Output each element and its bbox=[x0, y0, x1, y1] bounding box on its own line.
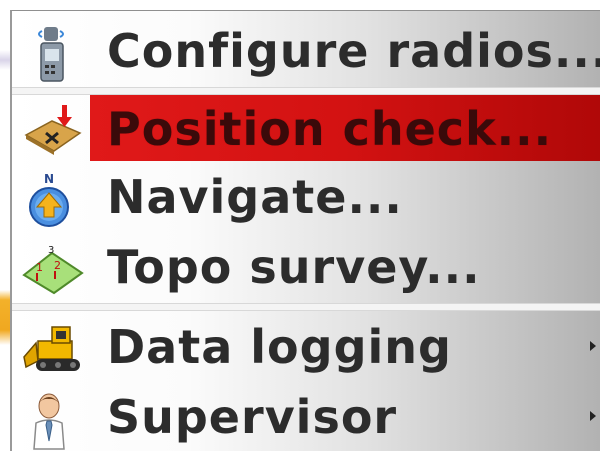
menu-item-label: Navigate... bbox=[107, 170, 403, 224]
svg-text:1: 1 bbox=[36, 261, 43, 274]
menu-item-label: Supervisor bbox=[107, 390, 398, 444]
menu-item-label: Topo survey... bbox=[107, 240, 481, 294]
menu-item-label: Position check... bbox=[107, 102, 553, 156]
context-menu: Configure radios... Position check... N bbox=[10, 10, 600, 451]
navigate-icon: N bbox=[22, 171, 80, 227]
menu-item-data-logging[interactable]: Data logging bbox=[12, 313, 600, 379]
svg-text:2: 2 bbox=[54, 259, 61, 272]
window-top-bar bbox=[0, 0, 600, 10]
menu-item-supervisor[interactable]: Supervisor bbox=[12, 383, 600, 450]
menu-separator bbox=[12, 87, 600, 95]
menu-separator bbox=[12, 303, 600, 311]
radio-icon bbox=[22, 25, 80, 82]
submenu-arrow-icon bbox=[590, 411, 596, 421]
menu-item-label: Data logging bbox=[107, 320, 452, 374]
menu-item-position-check[interactable]: Position check... bbox=[12, 95, 600, 161]
position-check-icon bbox=[22, 103, 82, 157]
supervisor-icon bbox=[22, 391, 80, 450]
topo-survey-icon: 1 3 2 bbox=[22, 241, 84, 295]
menu-item-navigate[interactable]: N Navigate... bbox=[12, 163, 600, 229]
svg-text:3: 3 bbox=[48, 245, 54, 256]
bulldozer-icon bbox=[22, 321, 80, 375]
svg-text:N: N bbox=[44, 172, 54, 186]
window-left-edge bbox=[0, 0, 10, 451]
menu-item-configure-radios[interactable]: Configure radios... bbox=[12, 17, 600, 83]
submenu-arrow-icon bbox=[590, 341, 596, 351]
menu-item-topo-survey[interactable]: 1 3 2 Topo survey... bbox=[12, 233, 600, 299]
menu-item-label: Configure radios... bbox=[107, 24, 600, 78]
